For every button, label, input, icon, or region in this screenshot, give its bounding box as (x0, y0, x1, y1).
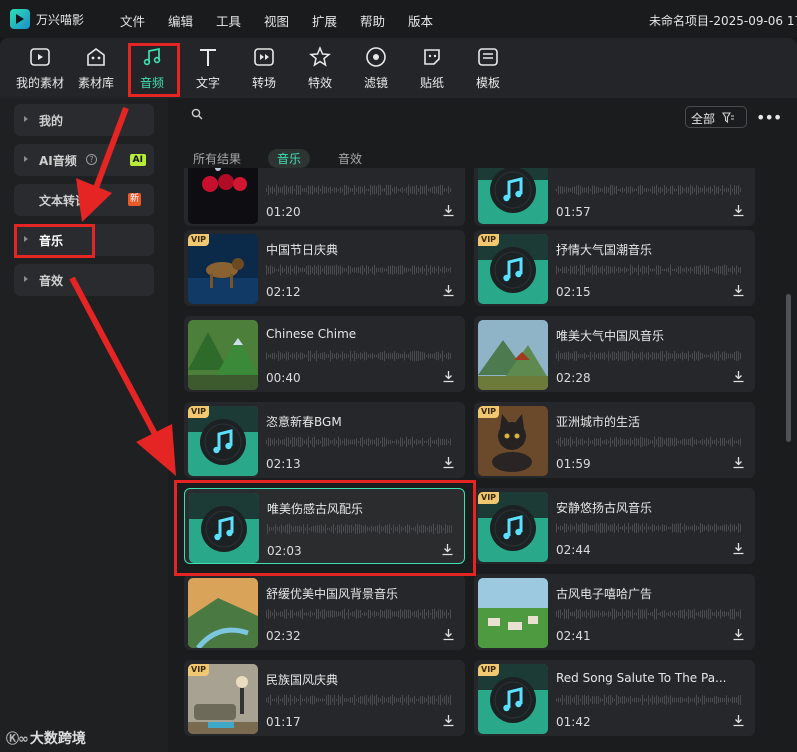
watermark-text: 大数跨境 (29, 731, 86, 747)
watermark-logo-icon: Ⓚ∞ (6, 732, 29, 747)
annotation-arrows (69, 106, 176, 476)
watermark: Ⓚ∞ 大数跨境 (6, 728, 86, 748)
